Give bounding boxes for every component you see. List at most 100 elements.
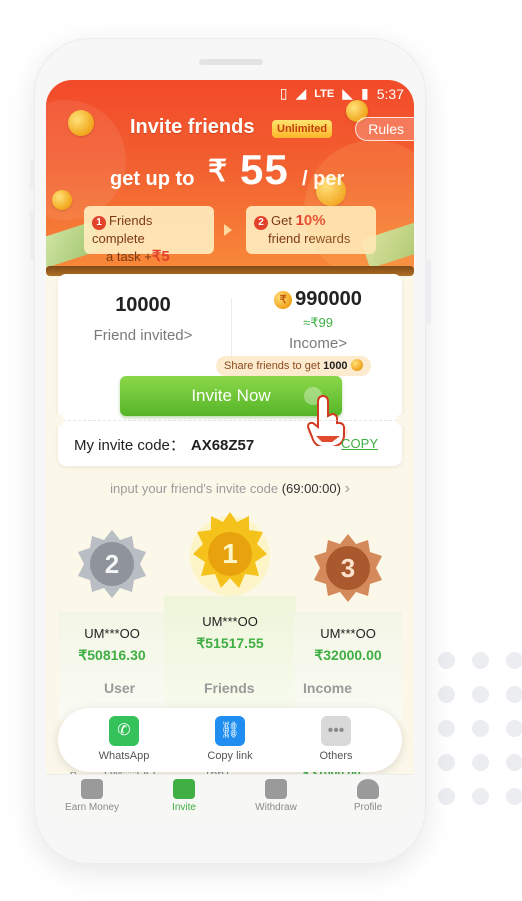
step-1-box: 1 Friends complete a task +₹5 — [84, 206, 214, 265]
share-others-label: Others — [319, 750, 353, 762]
invite-code-row: My invite code： AX68Z57 — [74, 434, 254, 455]
nav-profile[interactable]: Profile — [322, 779, 414, 813]
share-tip-text: Share friends to get — [224, 360, 321, 372]
rank-2-number: 2 — [104, 549, 120, 579]
invite-stats-card: 10000 Friend invited> ₹990000 ≈₹99 Incom… — [52, 274, 408, 466]
friends-invited-stat[interactable]: 10000 Friend invited> — [58, 294, 228, 344]
link-icon: ⛓ — [215, 716, 245, 746]
share-tip-value: 1000 — [323, 360, 348, 372]
battery-icon: ▮ — [361, 85, 369, 101]
column-friends: Friends — [204, 680, 255, 696]
signal-icon: ◢ — [295, 85, 307, 101]
rank-3-number: 3 — [340, 553, 356, 583]
podium-rank-3[interactable]: 3 UM***OO ₹32000.00 — [294, 530, 402, 664]
podium-rank-1[interactable]: 1 UM***OO ₹51517.55 — [164, 510, 296, 652]
share-copy-link-button[interactable]: ⛓ Copy link — [190, 716, 270, 762]
person-icon — [357, 779, 379, 799]
share-copy-link-label: Copy link — [207, 750, 253, 762]
invite-code-label: My invite code： — [74, 437, 185, 454]
rank-3-amount: ₹32000.00 — [314, 647, 382, 663]
nav-profile-label: Profile — [353, 802, 383, 813]
step-1-value: ₹5 — [151, 248, 170, 265]
friends-invited-label: Friend invited> — [93, 327, 193, 344]
income-approx-value: ≈₹99 — [303, 315, 333, 330]
card-notch — [52, 414, 64, 426]
card-notch — [396, 414, 408, 426]
nav-earn-money[interactable]: Earn Money — [46, 779, 138, 813]
banner-title: Invite friends — [130, 116, 255, 138]
podium-rank-2[interactable]: 2 UM***OO ₹50816.30 — [58, 526, 166, 664]
enter-friend-code-link[interactable]: input your friend's invite code (69:00:0… — [46, 480, 414, 498]
income-label: Income> — [289, 335, 347, 352]
step-2-value: 10% — [295, 212, 326, 229]
share-whatsapp-label: WhatsApp — [98, 750, 150, 762]
more-icon: ••• — [321, 716, 351, 746]
nav-withdraw-label: Withdraw — [255, 802, 297, 813]
rupee-bag-icon — [81, 779, 103, 799]
unlimited-badge: Unlimited — [272, 120, 333, 138]
dashed-separator — [58, 420, 402, 421]
wallet-icon — [265, 779, 287, 799]
friend-code-text: input your friend's invite code — [110, 481, 279, 496]
column-user: User — [104, 680, 136, 696]
silver-medal-icon: 2 — [74, 526, 150, 602]
stat-divider — [231, 298, 232, 364]
leaderboard-table-header: User Friends Income — [58, 676, 402, 702]
reward-headline: get up to ₹ 55 / per — [46, 146, 414, 196]
page: ▯ ◢ LTE ◣ ▮ 5:37 Invite friends Unlimite… — [0, 0, 522, 901]
income-stat[interactable]: ₹990000 ≈₹99 Income> — [234, 288, 402, 352]
envelope-icon — [173, 779, 195, 799]
bronze-medal-icon: 3 — [310, 530, 386, 606]
step-1-text-2: a task + — [106, 249, 152, 264]
decorative-dot-grid — [422, 652, 522, 805]
phone-side-button — [30, 160, 35, 190]
share-reward-tooltip: Share friends to get 1000 — [216, 356, 371, 376]
coin-decoration — [68, 110, 94, 136]
phone-power-button — [426, 260, 431, 324]
step-2-text-2: friend rewards — [268, 231, 351, 246]
gold-crown-medal-icon: 1 — [187, 510, 273, 596]
rank-2-amount: ₹50816.30 — [78, 647, 146, 663]
bottom-navigation: Earn Money Invite Withdraw Profile — [46, 774, 414, 824]
step-2-text: Get — [271, 213, 292, 228]
headline-currency: ₹ — [208, 155, 228, 188]
friends-invited-count: 10000 — [115, 294, 171, 316]
column-income: Income — [303, 680, 353, 696]
coin-icon — [350, 359, 363, 371]
network-type: LTE — [314, 87, 335, 100]
share-whatsapp-button[interactable]: ✆ WhatsApp — [84, 716, 164, 762]
phone-speaker — [199, 59, 263, 65]
rank-2-user: UM***OO — [84, 626, 140, 641]
invite-banner: ▯ ◢ LTE ◣ ▮ 5:37 Invite friends Unlimite… — [46, 80, 414, 272]
invite-now-label: Invite Now — [191, 386, 271, 405]
phone-side-button — [30, 210, 35, 260]
headline-suffix: / per — [302, 168, 345, 190]
step-arrow-icon — [224, 224, 232, 236]
headline-prefix: get up to — [110, 168, 195, 190]
nav-invite[interactable]: Invite — [138, 779, 230, 813]
step-2-number: 2 — [254, 216, 268, 230]
step-1-number: 1 — [92, 216, 106, 230]
income-coins: 990000 — [295, 288, 362, 310]
status-bar: ▯ ◢ LTE ◣ ▮ 5:37 — [46, 80, 414, 106]
chevron-right-icon: › — [344, 480, 350, 497]
step-2-box: 2 Get 10% friend rewards — [246, 206, 376, 254]
share-others-button[interactable]: ••• Others — [296, 716, 376, 762]
headline-amount: 55 — [240, 146, 289, 193]
share-options-bar: ✆ WhatsApp ⛓ Copy link ••• Others — [58, 708, 402, 772]
rank-1-user: UM***OO — [202, 614, 258, 629]
nav-withdraw[interactable]: Withdraw — [230, 779, 322, 813]
rank-1-number: 1 — [222, 537, 238, 569]
nav-earn-money-label: Earn Money — [65, 802, 119, 813]
nav-invite-label: Invite — [172, 802, 196, 813]
rules-button[interactable]: Rules — [355, 117, 414, 141]
copy-code-button[interactable]: COPY — [341, 436, 378, 451]
vibrate-icon: ▯ — [279, 85, 288, 101]
clock: 5:37 — [376, 85, 404, 102]
rank-3-user: UM***OO — [320, 626, 376, 641]
coin-decoration — [316, 176, 346, 206]
cash-decoration — [360, 221, 414, 269]
invite-code-value: AX68Z57 — [190, 437, 255, 454]
rupee-coin-icon: ₹ — [274, 291, 293, 309]
app-screen: ▯ ◢ LTE ◣ ▮ 5:37 Invite friends Unlimite… — [46, 80, 414, 824]
